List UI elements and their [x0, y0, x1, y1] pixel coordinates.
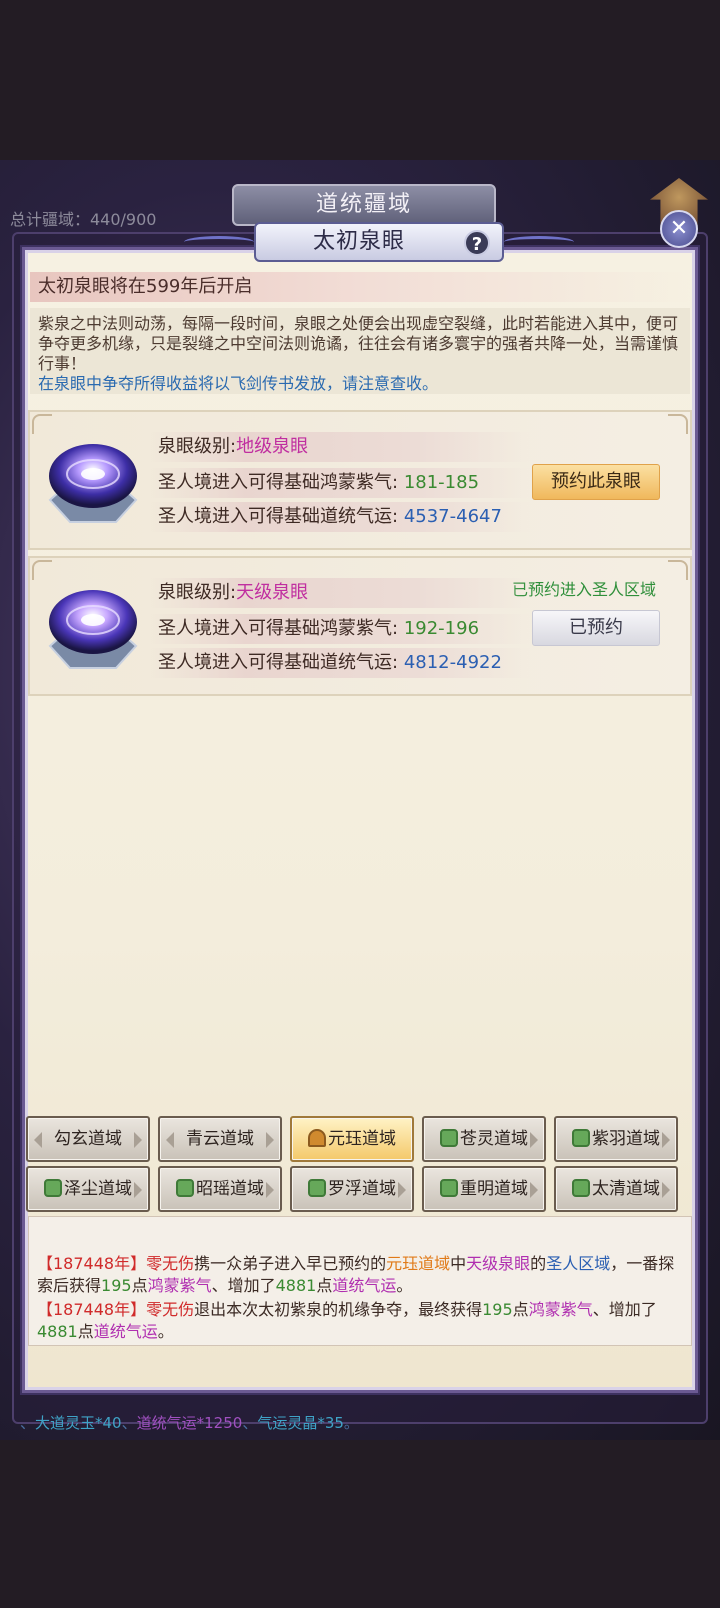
tab-taiqing-domain[interactable]: 太清道域	[554, 1166, 678, 1212]
tab-gouxuan-domain[interactable]: 勾玄道域	[26, 1116, 150, 1162]
mail-note: 在泉眼中争夺所得收益将以飞剑传书发放，请注意查收。	[38, 374, 439, 393]
tab-qingyun-domain[interactable]: 青云道域	[158, 1116, 282, 1162]
sage-icon	[308, 1129, 326, 1147]
tab-zechen-domain[interactable]: 泽尘道域	[26, 1166, 150, 1212]
tab-zhaoyao-domain[interactable]: 昭瑶道域	[158, 1166, 282, 1212]
log-entry: 【187448年】零无伤退出本次太初紫泉的机缘争夺，最终获得195点鸿蒙紫气、增…	[37, 1300, 657, 1341]
tab-yuanjue-domain[interactable]: 元珏道域	[290, 1116, 414, 1162]
shield-icon	[572, 1179, 590, 1197]
shield-icon	[176, 1179, 194, 1197]
help-icon[interactable]: ?	[464, 230, 490, 256]
tab-luofu-domain[interactable]: 罗浮道域	[290, 1166, 414, 1212]
open-countdown: 太初泉眼将在599年后开启	[30, 272, 690, 302]
title-ornament-left	[184, 236, 254, 248]
top-bar-area	[0, 0, 720, 160]
tab-ornament-left	[166, 1132, 174, 1148]
tab-ornament-right	[134, 1132, 142, 1148]
tab-cangling-domain[interactable]: 苍灵道域	[422, 1116, 546, 1162]
spring-vortex-icon	[48, 444, 138, 523]
log-entry: 【187448年】零无伤携一众弟子进入早已预约的元珏道域中天级泉眼的圣人区域，一…	[37, 1254, 675, 1295]
tab-ornament-right	[662, 1132, 670, 1148]
spring-level-row: 泉眼级别:地级泉眼	[150, 432, 530, 462]
event-log: 【187448年】零无伤携一众弟子进入早已预约的元珏道域中天级泉眼的圣人区域，一…	[28, 1216, 692, 1346]
tab-ornament-right	[266, 1182, 274, 1198]
corner-ornament	[668, 560, 688, 580]
shield-icon	[572, 1129, 590, 1147]
shield-icon	[44, 1179, 62, 1197]
tab-ornament-right	[398, 1182, 406, 1198]
tab-ornament-right	[662, 1182, 670, 1198]
tab-ziyu-domain[interactable]: 紫羽道域	[554, 1116, 678, 1162]
spring-fortune-row: 圣人境进入可得基础道统气运: 4812-4922	[150, 648, 530, 678]
tab-ornament-left	[34, 1132, 42, 1148]
title-ornament-right	[504, 236, 574, 248]
spring-qi-row: 圣人境进入可得基础鸿蒙紫气: 181-185	[150, 468, 530, 498]
shield-icon	[440, 1129, 458, 1147]
tab-ornament-right	[134, 1182, 142, 1198]
spring-description: 紫泉之中法则动荡，每隔一段时间，泉眼之处便会出现虚空裂缝，此时若能进入其中，便可…	[30, 308, 690, 394]
reserved-button[interactable]: 已预约	[532, 610, 660, 646]
outer-reward-text: 、大道灵玉*40、道统气运*1250、气运灵晶*35。	[20, 1414, 359, 1432]
spring-vortex-icon	[48, 590, 138, 669]
tab-ornament-right	[266, 1132, 274, 1148]
tab-ornament-right	[530, 1132, 538, 1148]
spring-card-heaven: 已预约进入圣人区域 泉眼级别:天级泉眼 圣人境进入可得基础鸿蒙紫气: 192-1…	[28, 556, 692, 696]
corner-ornament	[668, 414, 688, 434]
spring-qi-row: 圣人境进入可得基础鸿蒙紫气: 192-196	[150, 614, 530, 644]
outer-dialog-title: 道统疆域	[232, 184, 496, 226]
spring-level-row: 泉眼级别:天级泉眼	[150, 578, 530, 608]
territory-stat: 总计疆域：440/900	[10, 210, 157, 229]
spring-fortune-row: 圣人境进入可得基础道统气运: 4537-4647	[150, 502, 530, 532]
spring-card-earth: 泉眼级别:地级泉眼 圣人境进入可得基础鸿蒙紫气: 181-185 圣人境进入可得…	[28, 410, 692, 550]
reserved-status-note: 已预约进入圣人区域	[512, 580, 657, 599]
reserve-spring-button[interactable]: 预约此泉眼	[532, 464, 660, 500]
shield-icon	[440, 1179, 458, 1197]
bottom-bar-area	[0, 1440, 720, 1608]
description-text: 紫泉之中法则动荡，每隔一段时间，泉眼之处便会出现虚空裂缝，此时若能进入其中，便可…	[38, 314, 679, 373]
shield-icon	[308, 1179, 326, 1197]
tab-chongming-domain[interactable]: 重明道域	[422, 1166, 546, 1212]
tab-ornament-right	[530, 1182, 538, 1198]
close-button[interactable]: ✕	[660, 210, 698, 248]
